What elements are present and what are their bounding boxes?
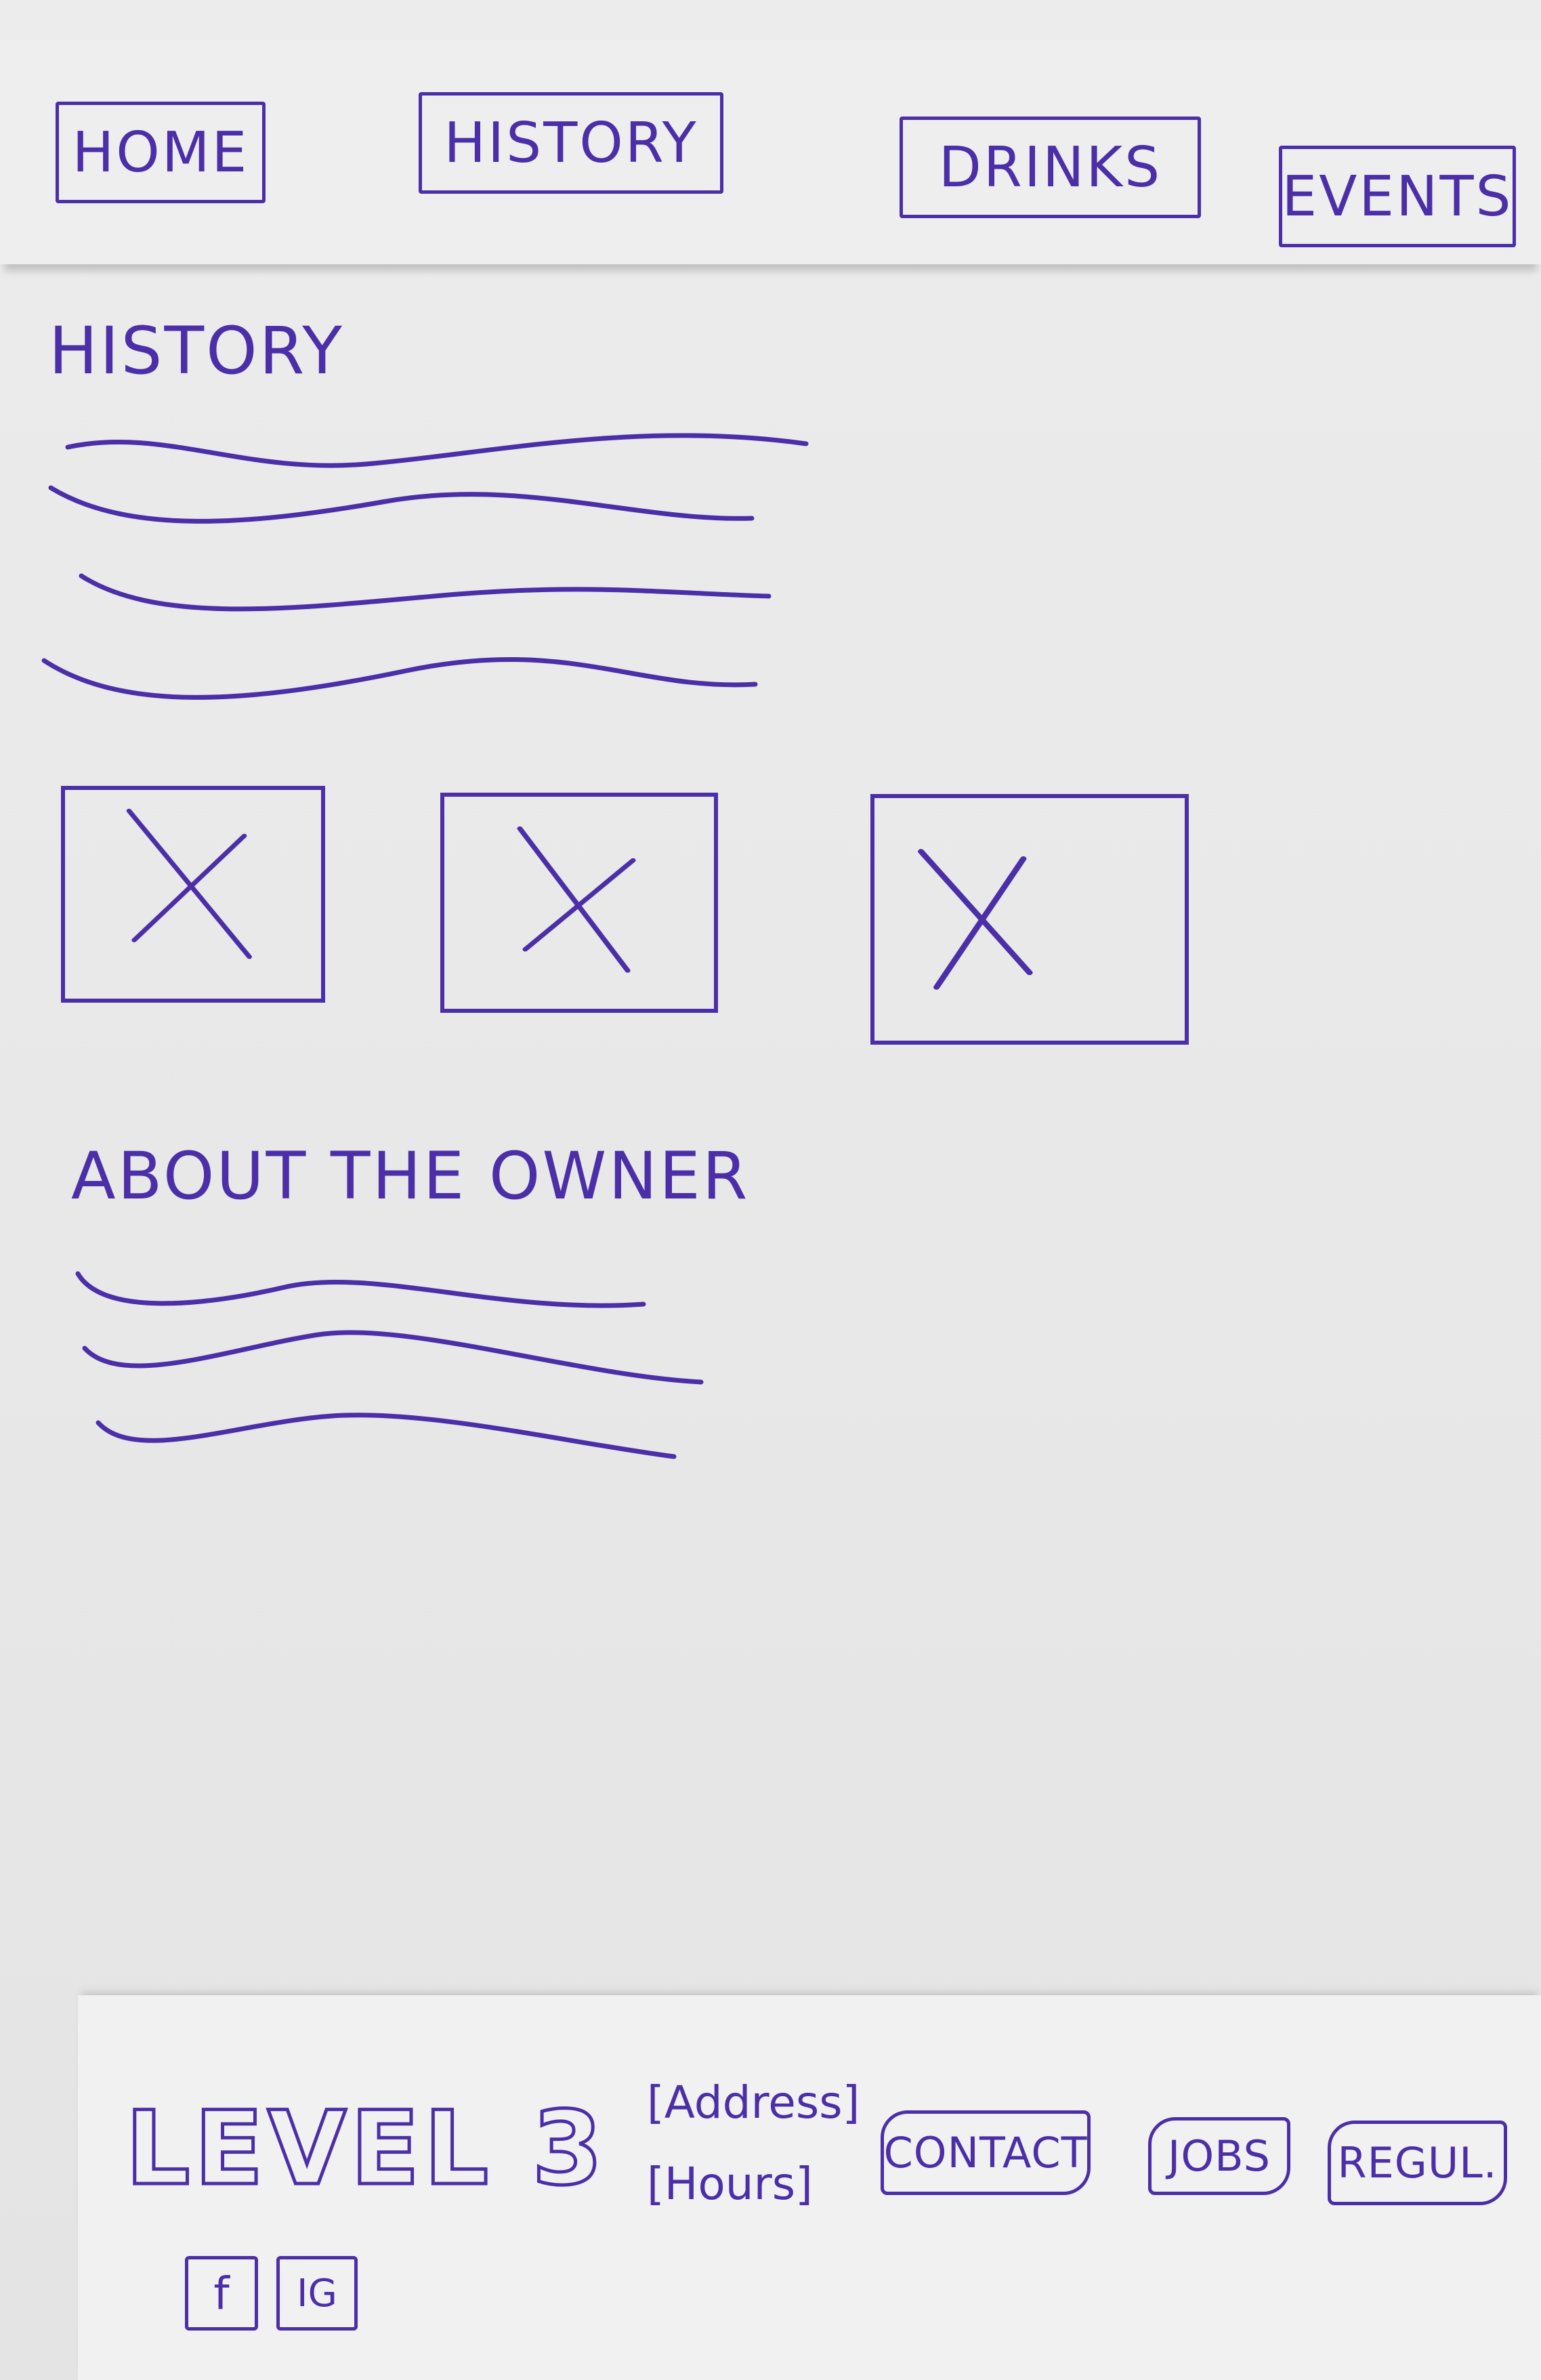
footer-jobs-label: JOBS <box>1168 2131 1271 2181</box>
facebook-label: f <box>213 2267 230 2320</box>
footer-jobs-button[interactable]: JOBS <box>1148 2117 1290 2195</box>
text-line <box>41 656 758 700</box>
footer-contact-label: CONTACT <box>883 2128 1088 2177</box>
footer-regul-label: REGUL. <box>1337 2138 1498 2188</box>
nav-drinks-button[interactable]: DRINKS <box>900 117 1201 218</box>
footer-contact-button[interactable]: CONTACT <box>881 2110 1091 2195</box>
nav-home-label: HOME <box>72 120 249 185</box>
history-image-1 <box>61 786 325 1003</box>
history-heading: HISTORY <box>49 313 344 389</box>
nav-events-button[interactable]: EVENTS <box>1279 146 1516 247</box>
footer-regul-button[interactable]: REGUL. <box>1328 2121 1507 2205</box>
instagram-label: IG <box>297 2271 337 2316</box>
instagram-icon[interactable]: IG <box>276 2256 358 2331</box>
nav-events-label: EVENTS <box>1282 164 1513 229</box>
top-nav: HOME HISTORY DRINKS EVENTS <box>0 41 1541 264</box>
footer: LEVEL 3 [Address] [Hours] CONTACT JOBS R… <box>78 1995 1541 2380</box>
footer-address: [Address] <box>647 2076 860 2129</box>
history-text-placeholder <box>41 433 809 700</box>
nav-history-button[interactable]: HISTORY <box>419 92 723 194</box>
facebook-icon[interactable]: f <box>185 2256 258 2331</box>
nav-home-button[interactable]: HOME <box>56 102 266 203</box>
image-placeholder-icon <box>517 826 636 973</box>
text-line <box>82 1330 704 1385</box>
image-placeholder-icon <box>126 808 252 959</box>
footer-hours: [Hours] <box>647 2158 813 2210</box>
history-image-3 <box>870 794 1189 1045</box>
history-image-2 <box>440 793 718 1013</box>
nav-drinks-label: DRINKS <box>938 135 1162 200</box>
about-owner-text-placeholder <box>75 1271 704 1459</box>
text-line <box>79 573 772 612</box>
text-line <box>75 1271 646 1308</box>
image-placeholder-icon <box>918 849 1033 990</box>
text-line <box>96 1413 677 1459</box>
text-line <box>65 433 809 468</box>
about-owner-heading: ABOUT THE OWNER <box>71 1138 750 1214</box>
footer-logo: LEVEL 3 <box>124 2089 607 2210</box>
nav-history-label: HISTORY <box>444 110 698 175</box>
text-line <box>48 485 755 524</box>
